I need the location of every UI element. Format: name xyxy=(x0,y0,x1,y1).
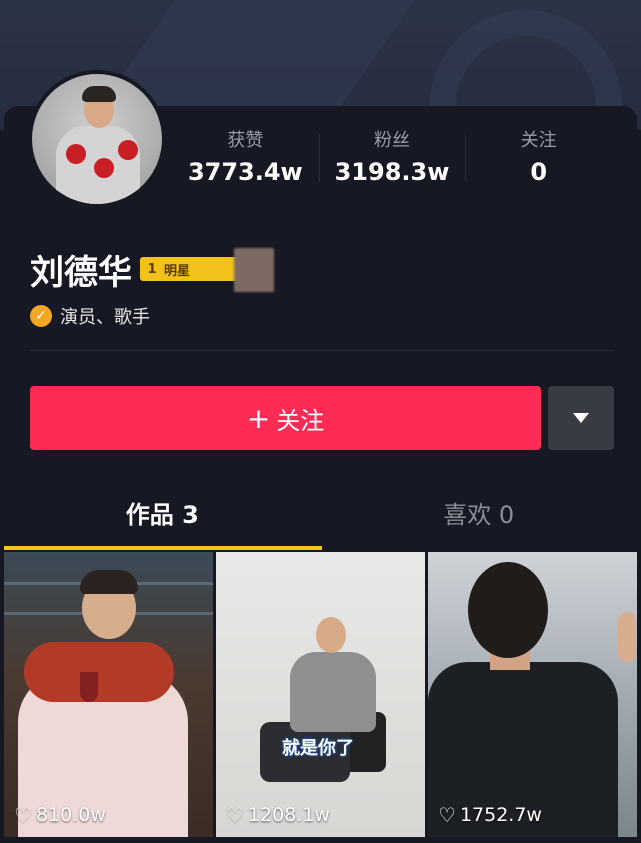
dropdown-triangle-icon xyxy=(573,413,589,423)
video-grid: ♡ 810.0w 就是你了 ♡ 1208.1w ♡ 1752.7w xyxy=(4,552,637,837)
stat-label: 粉丝 xyxy=(374,130,410,151)
rank-badge[interactable]: 1 明星 › xyxy=(140,257,250,281)
tab-likes[interactable]: 喜欢 0 xyxy=(321,486,638,548)
video-thumbnail[interactable]: ♡ 1752.7w xyxy=(428,552,637,837)
video-like-count: ♡ 810.0w xyxy=(14,803,106,827)
video-caption: 就是你了 xyxy=(282,738,354,759)
tab-works[interactable]: 作品 3 xyxy=(4,486,321,548)
avatar-flower xyxy=(118,140,138,160)
more-options-button[interactable] xyxy=(548,386,614,450)
wine-glass xyxy=(80,672,98,702)
avatar-flower xyxy=(94,158,114,178)
thumbnail-head xyxy=(316,617,346,653)
verification-row: ✓ 演员、歌手 xyxy=(30,302,150,330)
thumbnail-figure xyxy=(290,652,376,732)
active-tab-indicator xyxy=(4,546,322,550)
follow-button[interactable]: + 关注 xyxy=(30,386,541,450)
like-count-text: 1208.1w xyxy=(247,804,330,826)
stat-following[interactable]: 关注 0 xyxy=(465,128,612,190)
avatar-hair xyxy=(82,86,116,102)
video-like-count: ♡ 1208.1w xyxy=(226,803,330,827)
follow-button-label: 关注 xyxy=(276,406,325,435)
thumbnail-hand xyxy=(618,612,636,662)
thumbnail-scarf xyxy=(24,642,174,702)
video-thumbnail[interactable]: 就是你了 ♡ 1208.1w xyxy=(216,552,425,837)
like-count-text: 810.0w xyxy=(35,804,106,826)
heart-icon: ♡ xyxy=(438,803,456,827)
profile-stats: 获赞 3773.4w 粉丝 3198.3w 关注 0 xyxy=(172,128,612,190)
stat-value: 3198.3w xyxy=(334,158,450,186)
plus-icon: + xyxy=(246,401,271,435)
avatar[interactable] xyxy=(28,70,166,208)
verification-text: 演员、歌手 xyxy=(60,307,150,328)
stat-value: 3773.4w xyxy=(187,158,303,186)
thumbnail-head xyxy=(468,562,548,658)
video-thumbnail[interactable]: ♡ 810.0w xyxy=(4,552,213,837)
stat-followers[interactable]: 粉丝 3198.3w xyxy=(318,128,466,190)
avatar-flower xyxy=(66,144,86,164)
divider xyxy=(30,350,614,351)
stat-label: 关注 xyxy=(520,130,557,151)
rank-badge-label: 明星 xyxy=(164,263,191,279)
avatar-photo xyxy=(32,74,162,204)
content-tabs: 作品 3 喜欢 0 xyxy=(4,486,637,548)
crown-icon: 1 xyxy=(147,261,157,277)
profile-name: 刘德华 xyxy=(30,252,132,293)
heart-icon: ♡ xyxy=(226,803,244,827)
stat-likes[interactable]: 获赞 3773.4w xyxy=(172,128,319,190)
stat-label: 获赞 xyxy=(227,130,264,151)
name-row: 刘德华 1 明星 › xyxy=(30,244,250,294)
thumbnail-hair xyxy=(80,570,138,594)
censor-blur xyxy=(234,248,274,292)
verified-check-icon: ✓ xyxy=(30,305,52,327)
heart-icon: ♡ xyxy=(14,803,32,827)
stat-value: 0 xyxy=(530,158,548,186)
video-like-count: ♡ 1752.7w xyxy=(438,803,542,827)
like-count-text: 1752.7w xyxy=(459,804,542,826)
